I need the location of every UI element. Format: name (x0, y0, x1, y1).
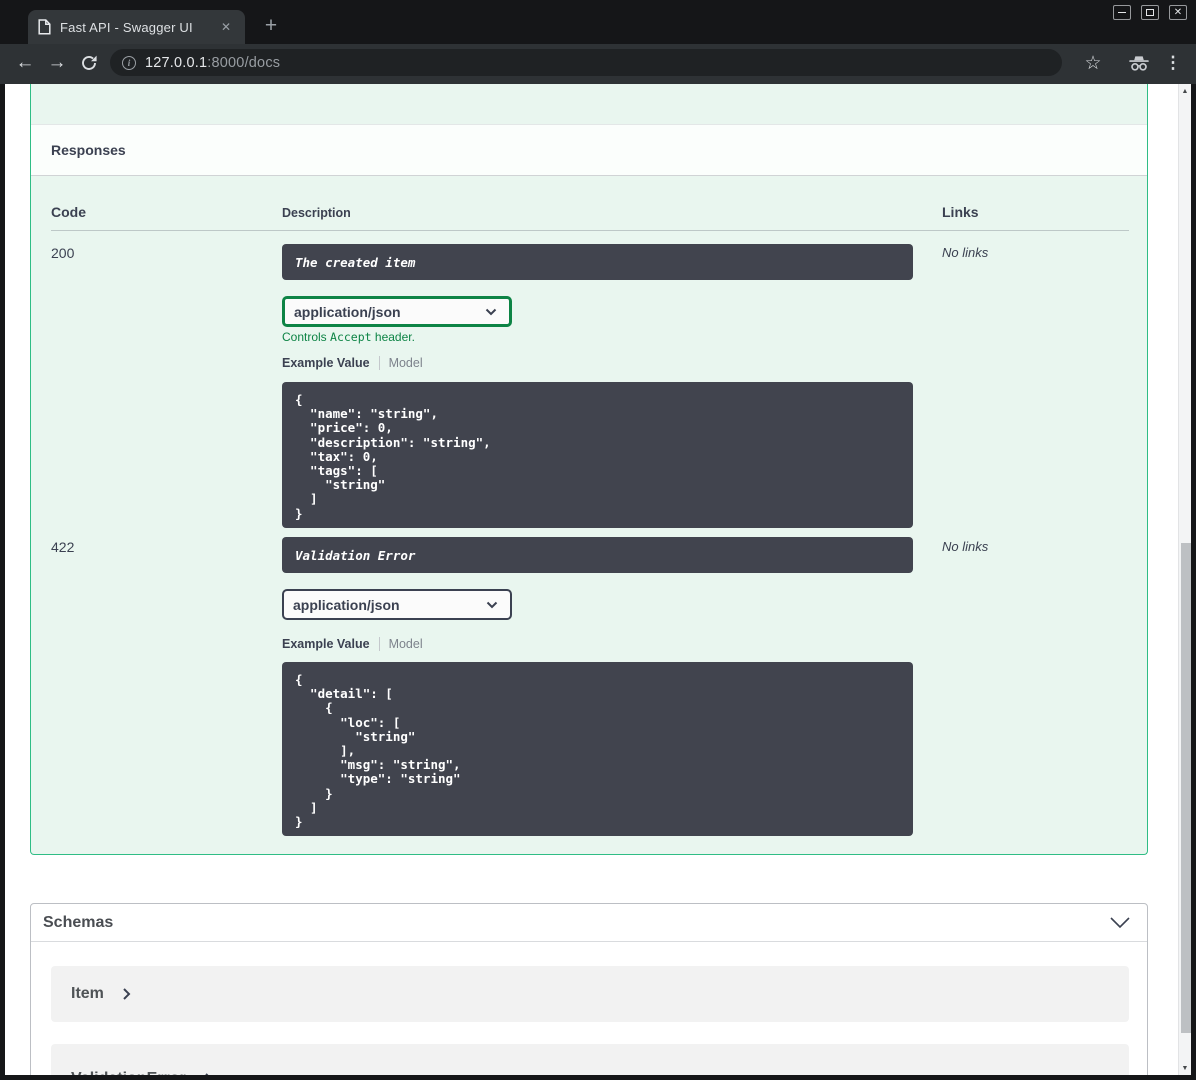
example-json-422: { "detail": [ { "loc": [ "string" ], "ms… (282, 662, 913, 836)
page-favicon-icon (38, 19, 51, 35)
response-links-422: No links (942, 539, 989, 554)
minimize-icon (1118, 12, 1126, 13)
chevron-right-icon (204, 1072, 213, 1075)
example-json-200: { "name": "string", "price": 0, "descrip… (282, 382, 913, 528)
media-type-select-422[interactable]: application/json (282, 589, 512, 620)
forward-button[interactable]: → (44, 50, 70, 76)
reload-icon (82, 55, 97, 70)
schema-item-name: Item (71, 985, 104, 1002)
maximize-icon (1146, 9, 1154, 16)
response-code-422: 422 (51, 539, 75, 555)
media-type-value-422: application/json (293, 596, 400, 613)
window-maximize-button[interactable] (1141, 5, 1159, 20)
chevron-down-icon[interactable] (1109, 916, 1131, 929)
responses-heading: Responses (51, 142, 126, 158)
tab-example-value[interactable]: Example Value (282, 356, 370, 370)
schemas-title: Schemas (43, 913, 114, 931)
response-links-200: No links (942, 245, 989, 260)
tab-divider (378, 356, 380, 370)
schema-item-row[interactable]: Item (51, 966, 1129, 1022)
column-header-links: Links (942, 204, 979, 220)
window-border-right (1191, 84, 1196, 1080)
window-controls: ✕ (1113, 5, 1187, 20)
chevron-right-icon (122, 987, 131, 1001)
page-scrollbar[interactable]: ▲ ▼ (1178, 84, 1191, 1075)
window-minimize-button[interactable] (1113, 5, 1131, 20)
example-model-tabs-422: Example Value Model (282, 637, 423, 651)
column-header-description: Description (282, 206, 351, 220)
response-description-422: Validation Error (282, 537, 913, 573)
schema-validationerror-row[interactable]: ValidationError (51, 1044, 1129, 1075)
browser-titlebar: Fast API - Swagger UI ✕ + ✕ (0, 0, 1196, 44)
tab-model[interactable]: Model (389, 356, 423, 370)
url-host: 127.0.0.1 (145, 54, 208, 71)
table-header-divider (51, 230, 1129, 231)
tab-model[interactable]: Model (389, 637, 423, 651)
url-text[interactable]: 127.0.0.1:8000/docs (145, 55, 280, 71)
post-opblock: Responses Code Description Links 200 The… (30, 84, 1148, 855)
media-type-value-200: application/json (294, 303, 401, 320)
incognito-indicator (1126, 50, 1152, 76)
response-code-200: 200 (51, 245, 75, 261)
browser-menu-button[interactable]: ⋮ (1160, 50, 1186, 76)
reload-button[interactable] (76, 50, 102, 76)
tab-divider (378, 637, 380, 651)
scroll-up-icon[interactable]: ▲ (1179, 84, 1191, 98)
response-description-200: The created item (282, 244, 913, 280)
window-close-button[interactable]: ✕ (1169, 5, 1187, 20)
example-model-tabs-200: Example Value Model (282, 356, 423, 370)
responses-section-header: Responses (31, 124, 1147, 176)
tab-title: Fast API - Swagger UI (60, 19, 193, 35)
column-header-code: Code (51, 204, 86, 220)
tab-example-value[interactable]: Example Value (282, 637, 370, 651)
tab-close-icon[interactable]: ✕ (217, 18, 235, 36)
accept-header-note: Controls Accept header. (282, 330, 415, 344)
site-info-icon[interactable]: i (122, 55, 136, 70)
bookmark-star-button[interactable]: ☆ (1080, 50, 1106, 76)
url-path: :8000/docs (207, 54, 281, 71)
media-type-select-200[interactable]: application/json (282, 296, 512, 327)
scroll-down-icon[interactable]: ▼ (1179, 1061, 1191, 1075)
back-button[interactable]: ← (12, 50, 38, 76)
incognito-icon (1129, 56, 1149, 71)
chevron-down-icon (486, 601, 498, 609)
swagger-page: Responses Code Description Links 200 The… (5, 84, 1178, 1075)
scrollbar-thumb[interactable] (1180, 543, 1191, 1033)
schema-validationerror-name: ValidationError (71, 1070, 186, 1075)
window-border-bottom (0, 1075, 1196, 1080)
chevron-down-icon (485, 308, 497, 316)
browser-tab[interactable]: Fast API - Swagger UI ✕ (28, 10, 245, 44)
schemas-header[interactable]: Schemas (31, 904, 1147, 942)
new-tab-button[interactable]: + (258, 13, 284, 39)
schemas-section: Schemas Item ValidationError (30, 903, 1148, 1075)
address-bar[interactable]: i 127.0.0.1:8000/docs (110, 49, 1062, 76)
